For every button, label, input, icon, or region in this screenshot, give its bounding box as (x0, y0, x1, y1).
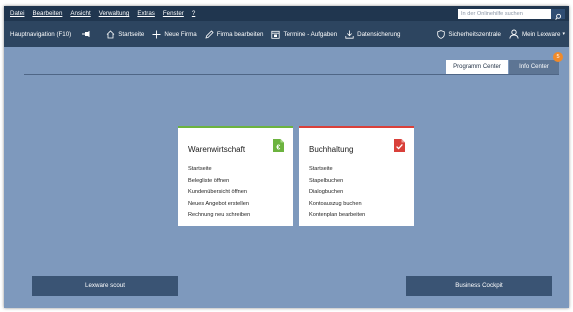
tab-divider (24, 74, 559, 75)
datensicherung-label: Datensicherung (357, 30, 401, 38)
sicherheitszentrale-button[interactable]: Sicherheitszentrale (437, 29, 501, 39)
document-check-icon[interactable] (394, 139, 405, 152)
home-icon (106, 29, 115, 38)
menu-ansicht[interactable]: Ansicht (70, 10, 90, 17)
termine-aufgaben-label: Termine - Aufgaben (283, 30, 338, 38)
menu-datei[interactable]: Datei (10, 10, 24, 17)
user-icon (509, 29, 519, 39)
main-navigation-label: Hauptnavigation (F10) (10, 30, 72, 38)
bh-link-stapelbuchen[interactable]: Stapelbuchen (309, 176, 365, 188)
menu-extras[interactable]: Extras (137, 10, 155, 17)
menu-help[interactable]: ? (192, 10, 195, 17)
bh-link-kontoauszug[interactable]: Kontoauszug buchen (309, 199, 365, 211)
main-navigation-button[interactable]: Hauptnavigation (F10) (10, 31, 71, 38)
buchhaltung-title[interactable]: Buchhaltung (309, 145, 353, 154)
firma-bearbeiten-label: Firma bearbeiten (216, 30, 264, 38)
account-label: Mein Lexware (521, 30, 561, 38)
help-search-button[interactable] (551, 9, 565, 20)
menu-fenster[interactable]: Fenster (163, 10, 184, 17)
tab-programm-center[interactable]: Programm Center (446, 60, 508, 74)
tab-info-center[interactable]: Info Center (509, 60, 559, 74)
warenwirtschaft-card: Warenwirtschaft € Startseite Belegliste … (178, 126, 293, 226)
help-search-input[interactable]: In der Onlinehilfe suchen (458, 9, 551, 19)
buchhaltung-card: Buchhaltung Startseite Stapelbuchen Dial… (299, 126, 414, 226)
lexware-window: Datei Bearbeiten Ansicht Verwaltung Extr… (4, 6, 569, 308)
neue-firma-button[interactable]: Neue Firma (152, 30, 197, 39)
warenwirtschaft-links: Startseite Belegliste öffnen Kundenübers… (188, 164, 250, 222)
document-euro-icon[interactable]: € (273, 139, 284, 152)
datensicherung-button[interactable]: Datensicherung (345, 30, 400, 39)
info-center-badge: 5 (553, 52, 563, 62)
business-cockpit-button[interactable]: Business Cockpit (406, 276, 552, 296)
shield-icon (437, 29, 446, 39)
card-accent-bar (178, 126, 293, 128)
download-icon (345, 30, 354, 39)
ww-link-neues-angebot[interactable]: Neues Angebot erstellen (188, 199, 250, 211)
lexware-scout-button[interactable]: Lexware scout (32, 276, 178, 296)
ww-link-startseite[interactable]: Startseite (188, 164, 250, 176)
card-accent-bar (299, 126, 414, 128)
neue-firma-label: Neue Firma (164, 30, 197, 38)
ww-link-kundenuebersicht[interactable]: Kundenübersicht öffnen (188, 187, 250, 199)
account-menu-button[interactable]: Mein Lexware ▾ (509, 29, 565, 39)
menu-verwaltung[interactable]: Verwaltung (99, 10, 130, 17)
startseite-button[interactable]: Startseite (106, 29, 145, 39)
plus-icon (152, 30, 161, 38)
pencil-icon (205, 29, 214, 39)
sicherheitszentrale-label: Sicherheitszentrale (448, 30, 501, 38)
firma-bearbeiten-button[interactable]: Firma bearbeiten (205, 29, 264, 39)
toolbar-right: Sicherheitszentrale Mein Lexware ▾ (429, 21, 565, 47)
svg-text:€: € (276, 145, 280, 152)
ww-link-rechnung[interactable]: Rechnung neu schreiben (188, 210, 250, 222)
toolbar: Hauptnavigation (F10) Startseite Neue Fi… (4, 21, 569, 47)
ww-link-belegliste[interactable]: Belegliste öffnen (188, 176, 250, 188)
calendar-icon (271, 30, 281, 39)
startseite-label: Startseite (118, 30, 145, 38)
chevron-down-icon: ▾ (562, 31, 565, 37)
bh-link-dialogbuchen[interactable]: Dialogbuchen (309, 187, 365, 199)
pin-icon (82, 31, 90, 37)
warenwirtschaft-title[interactable]: Warenwirtschaft (188, 145, 245, 154)
menu-bearbeiten[interactable]: Bearbeiten (32, 10, 62, 17)
pin-button[interactable] (81, 30, 94, 38)
bh-link-kontenplan[interactable]: Kontenplan bearbeiten (309, 210, 365, 222)
buchhaltung-links: Startseite Stapelbuchen Dialogbuchen Kon… (309, 164, 365, 222)
bh-link-startseite[interactable]: Startseite (309, 164, 365, 176)
termine-aufgaben-button[interactable]: Termine - Aufgaben (271, 30, 337, 39)
